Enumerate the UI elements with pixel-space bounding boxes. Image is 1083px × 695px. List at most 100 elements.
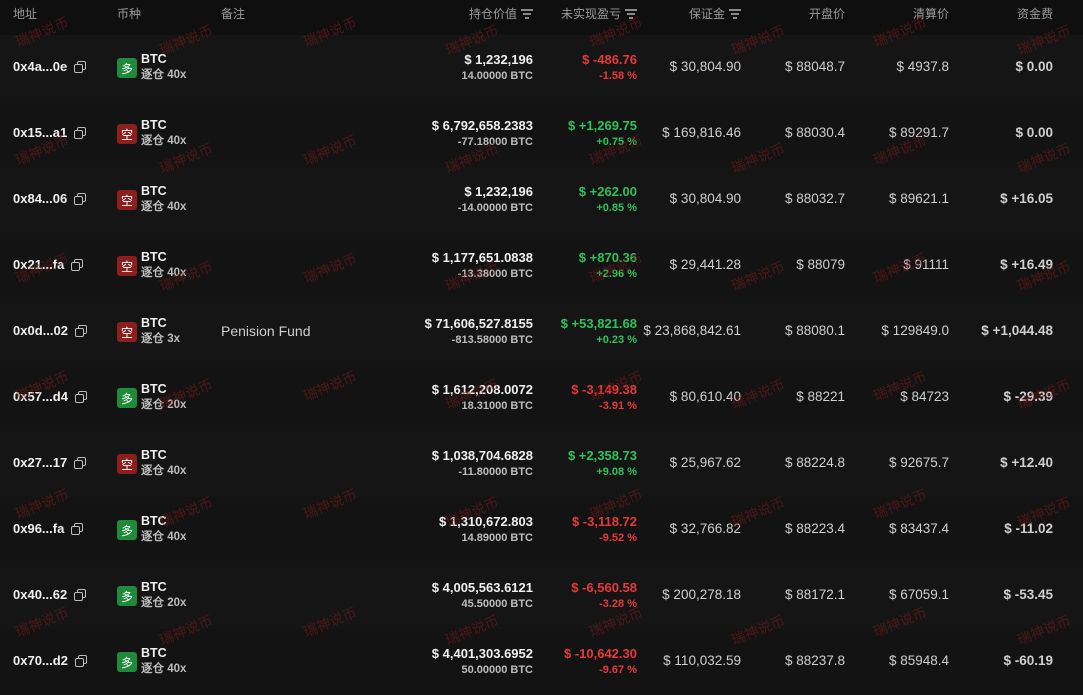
pnl-percent: -9.52 %: [599, 532, 637, 544]
pnl-percent: +0.23 %: [596, 334, 637, 346]
margin-value: $ 200,278.18: [662, 587, 741, 602]
copy-icon[interactable]: [73, 192, 87, 205]
wallet-address[interactable]: 0x21...fa: [13, 257, 64, 272]
coin-symbol: BTC: [141, 382, 167, 396]
address-cell[interactable]: 0x96...fa: [13, 521, 84, 536]
side-badge: 多: [117, 58, 137, 78]
table-row[interactable]: 0x40...62 多 BTC 逐仓 20x $ 4,005,563.6121 …: [0, 563, 1083, 629]
address-cell[interactable]: 0x0d...02: [13, 323, 87, 338]
wallet-address[interactable]: 0x0d...02: [13, 323, 68, 338]
liquidation-price: $ 129849.0: [881, 323, 949, 338]
address-cell[interactable]: 0x4a...0e: [13, 59, 87, 74]
leverage-label: 逐仓 40x: [141, 135, 187, 147]
wallet-address[interactable]: 0x84...06: [13, 191, 67, 206]
copy-icon[interactable]: [70, 522, 84, 535]
table-row[interactable]: 0x15...a1 空 BTC 逐仓 40x $ 6,792,658.2383 …: [0, 101, 1083, 167]
coin-symbol: BTC: [141, 52, 167, 66]
side-badge: 空: [117, 124, 137, 144]
wallet-address[interactable]: 0x40...62: [13, 587, 67, 602]
liquidation-price: $ 89291.7: [888, 125, 949, 140]
wallet-address[interactable]: 0x4a...0e: [13, 59, 67, 74]
wallet-address[interactable]: 0x57...d4: [13, 389, 68, 404]
header-coin: 币种: [117, 7, 142, 21]
coin-symbol: BTC: [141, 448, 167, 462]
position-value-cell: $ 4,401,303.6952 50.00000 BTC: [432, 646, 533, 679]
address-cell[interactable]: 0x40...62: [13, 587, 87, 602]
open-price: $ 88224.8: [784, 455, 845, 470]
address-cell[interactable]: 0x70...d2: [13, 653, 87, 668]
open-price: $ 88079: [796, 257, 845, 272]
open-price: $ 88237.8: [784, 653, 845, 668]
position-size: 14.00000 BTC: [461, 70, 533, 82]
liquidation-price: $ 4937.8: [896, 59, 949, 74]
margin-value: $ 23,868,842.61: [643, 323, 741, 338]
margin-value: $ 30,804.90: [669, 191, 741, 206]
address-cell[interactable]: 0x15...a1: [13, 125, 87, 140]
sort-filter-icon[interactable]: [729, 9, 741, 19]
table-row[interactable]: 0x84...06 空 BTC 逐仓 40x $ 1,232,196 -14.0…: [0, 167, 1083, 233]
pnl-amount: $ -6,560.58: [571, 580, 637, 595]
copy-icon[interactable]: [73, 588, 87, 601]
wallet-address[interactable]: 0x96...fa: [13, 521, 64, 536]
position-value-cell: $ 1,310,672.803 14.89000 BTC: [439, 514, 533, 547]
address-cell[interactable]: 0x27...17: [13, 455, 87, 470]
coin-symbol: BTC: [141, 316, 167, 330]
note-text: Penision Fund: [221, 323, 311, 339]
table-row[interactable]: 0x57...d4 多 BTC 逐仓 20x $ 1,612,208.0072 …: [0, 365, 1083, 431]
header-pnl: 未实现盈亏: [560, 7, 621, 21]
position-value: $ 71,606,527.8155: [424, 316, 533, 331]
wallet-address[interactable]: 0x15...a1: [13, 125, 67, 140]
liquidation-price: $ 89621.1: [888, 191, 949, 206]
copy-icon[interactable]: [70, 258, 84, 271]
pnl-percent: +0.75 %: [596, 136, 637, 148]
address-cell[interactable]: 0x21...fa: [13, 257, 84, 272]
funding-fee: $ +16.49: [1000, 257, 1053, 272]
wallet-address[interactable]: 0x70...d2: [13, 653, 68, 668]
copy-icon[interactable]: [73, 60, 87, 73]
table-row[interactable]: 0x70...d2 多 BTC 逐仓 40x $ 4,401,303.6952 …: [0, 629, 1083, 695]
pnl-amount: $ +1,269.75: [567, 118, 637, 133]
copy-icon[interactable]: [74, 390, 87, 403]
table-row[interactable]: 0x4a...0e 多 BTC 逐仓 40x $ 1,232,196 14.00…: [0, 35, 1083, 101]
funding-fee: $ +12.40: [1000, 455, 1053, 470]
pnl-cell: $ +262.00 +0.85 %: [579, 184, 637, 217]
pnl-percent: +0.85 %: [596, 202, 637, 214]
table-row[interactable]: 0x96...fa 多 BTC 逐仓 40x $ 1,310,672.803 1…: [0, 497, 1083, 563]
pnl-cell: $ -486.76 -1.58 %: [582, 52, 637, 85]
side-badge: 多: [117, 388, 137, 408]
pnl-cell: $ -3,118.72 -9.52 %: [572, 514, 637, 547]
copy-icon[interactable]: [73, 126, 87, 139]
table-row[interactable]: 0x0d...02 空 BTC 逐仓 3x Penision Fund $ 71…: [0, 299, 1083, 365]
pnl-percent: -1.58 %: [599, 70, 637, 82]
header-value-sort[interactable]: 持仓价值: [469, 5, 533, 22]
address-cell[interactable]: 0x57...d4: [13, 389, 87, 404]
position-value: $ 4,005,563.6121: [431, 580, 533, 595]
copy-icon[interactable]: [73, 456, 87, 469]
pnl-cell: $ +1,269.75 +0.75 %: [568, 118, 637, 151]
header-pnl-sort[interactable]: 未实现盈亏: [561, 5, 637, 22]
table-row[interactable]: 0x21...fa 空 BTC 逐仓 40x $ 1,177,651.0838 …: [0, 233, 1083, 299]
wallet-address[interactable]: 0x27...17: [13, 455, 67, 470]
pnl-cell: $ +53,821.68 +0.23 %: [561, 316, 637, 349]
copy-icon[interactable]: [74, 324, 87, 337]
funding-fee: $ -60.19: [1003, 653, 1053, 668]
position-value: $ 1,232,196: [464, 52, 533, 67]
position-value: $ 1,177,651.0838: [431, 250, 533, 265]
pnl-percent: -3.91 %: [599, 400, 637, 412]
coin-cell: BTC 逐仓 40x: [141, 250, 186, 282]
position-value-cell: $ 1,232,196 14.00000 BTC: [461, 52, 533, 85]
copy-icon[interactable]: [74, 654, 87, 667]
address-cell[interactable]: 0x84...06: [13, 191, 87, 206]
header-note: 备注: [221, 7, 246, 21]
coin-cell: BTC 逐仓 40x: [141, 448, 186, 480]
table-row[interactable]: 0x27...17 空 BTC 逐仓 40x $ 1,038,704.6828 …: [0, 431, 1083, 497]
margin-value: $ 25,967.62: [669, 455, 741, 470]
margin-value: $ 29,441.28: [669, 257, 741, 272]
sort-filter-icon[interactable]: [625, 9, 637, 19]
coin-symbol: BTC: [141, 118, 167, 132]
liquidation-price: $ 85948.4: [888, 653, 949, 668]
sort-filter-icon[interactable]: [521, 9, 533, 19]
header-funding: 资金费: [1016, 7, 1053, 21]
header-margin-sort[interactable]: 保证金: [689, 5, 741, 22]
position-size: -77.18000 BTC: [457, 136, 533, 148]
